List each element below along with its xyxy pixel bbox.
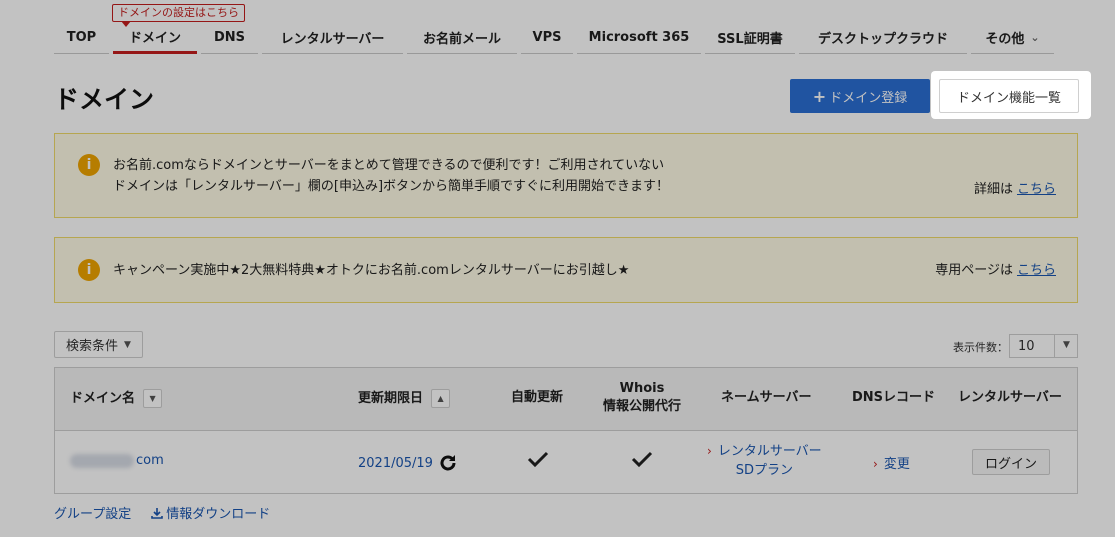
nav-desktop-cloud[interactable]: デスクトップクラウド bbox=[799, 22, 967, 54]
nameserver-cell[interactable]: › レンタルサーバー SDプラン bbox=[707, 442, 822, 480]
plus-icon: + bbox=[812, 86, 827, 106]
campaign-link[interactable]: こちら bbox=[1017, 263, 1056, 278]
notice-campaign: i キャンペーン実施中★2大無料特典★オトクにお名前.comレンタルサーバーにお… bbox=[54, 237, 1078, 303]
count-select[interactable]: 10 ▼ bbox=[1009, 334, 1078, 358]
nav-top[interactable]: TOP bbox=[54, 22, 109, 54]
page-title: ドメイン bbox=[54, 85, 155, 114]
login-button[interactable]: ログイン bbox=[972, 449, 1050, 475]
expiry-cell: 2021/05/19 bbox=[358, 453, 458, 473]
renew-icon[interactable] bbox=[438, 453, 458, 473]
col-expiry: 更新期限日 ▲ bbox=[358, 389, 451, 408]
nav-other[interactable]: その他 ⌄ bbox=[971, 22, 1054, 54]
chevron-right-icon: › bbox=[707, 444, 712, 458]
col-domain: ドメイン名 ▼ bbox=[70, 389, 163, 408]
notice-text: お名前.comならドメインとサーバーをまとめて管理できるので便利です！ご利用され… bbox=[113, 158, 670, 194]
domain-page: TOP ドメイン DNS レンタルサーバー お名前メール VPS Microso… bbox=[0, 0, 1115, 537]
download-icon bbox=[151, 507, 164, 519]
domain-settings-tooltip: ドメインの設定はこちら bbox=[112, 4, 245, 27]
nav-dns[interactable]: DNS bbox=[201, 22, 258, 54]
group-settings-link[interactable]: グループ設定 bbox=[54, 503, 131, 522]
notice-server-bundle: i お名前.comならドメインとサーバーをまとめて管理できるので便利です！ご利用… bbox=[54, 133, 1078, 218]
col-nameserver: ネームサーバー bbox=[721, 390, 812, 405]
caret-down-icon: ▼ bbox=[124, 339, 131, 350]
nav-rental-server[interactable]: レンタルサーバー bbox=[262, 22, 403, 54]
chevron-down-icon: ⌄ bbox=[1030, 31, 1040, 44]
campaign-text: キャンペーン実施中★2大無料特典★オトクにお名前.comレンタルサーバーにお引越… bbox=[113, 263, 630, 278]
domain-table: ドメイン名 ▼ 更新期限日 ▲ 自動更新 Whois 情報公開代行 ネームサーバー … bbox=[54, 367, 1078, 494]
check-icon bbox=[631, 451, 653, 468]
info-icon: i bbox=[78, 154, 100, 176]
top-nav: TOP ドメイン DNS レンタルサーバー お名前メール VPS Microso… bbox=[54, 22, 1078, 54]
sort-desc-icon[interactable]: ▼ bbox=[143, 389, 163, 408]
nav-mail[interactable]: お名前メール bbox=[407, 22, 517, 54]
col-dns: DNSレコード bbox=[852, 390, 936, 405]
notice-details: 詳細は こちら bbox=[973, 182, 1056, 197]
check-icon bbox=[527, 451, 549, 468]
nav-ssl[interactable]: SSL証明書 bbox=[705, 22, 795, 54]
dns-change-cell[interactable]: › 変更 bbox=[873, 453, 910, 472]
caret-down-icon: ▼ bbox=[1063, 340, 1070, 350]
sort-asc-icon[interactable]: ▲ bbox=[431, 389, 451, 408]
redacted-domain bbox=[70, 453, 134, 468]
domain-register-button[interactable]: + ドメイン登録 bbox=[790, 79, 930, 113]
count-label: 表示件数： bbox=[953, 341, 1008, 354]
campaign-page: 専用ページは こちら bbox=[935, 263, 1056, 278]
info-download-link[interactable]: 情報ダウンロード bbox=[151, 503, 270, 522]
col-auto-renew: 自動更新 bbox=[511, 390, 564, 405]
chevron-right-icon: › bbox=[873, 457, 878, 471]
domain-cell[interactable]: com bbox=[70, 453, 164, 468]
col-rental: レンタルサーバー bbox=[958, 390, 1062, 405]
info-icon: i bbox=[78, 259, 100, 281]
search-conditions-button[interactable]: 検索条件 ▼ bbox=[54, 331, 143, 358]
feature-list-highlight: ドメイン機能一覧 bbox=[931, 71, 1091, 119]
details-link[interactable]: こちら bbox=[1017, 182, 1056, 197]
col-whois: Whois 情報公開代行 bbox=[602, 381, 681, 414]
nav-microsoft365[interactable]: Microsoft 365 bbox=[577, 22, 701, 54]
domain-features-button[interactable]: ドメイン機能一覧 bbox=[939, 79, 1079, 113]
footer-links: グループ設定 情報ダウンロード bbox=[54, 503, 270, 522]
table-header: ドメイン名 ▼ 更新期限日 ▲ 自動更新 Whois 情報公開代行 ネームサーバー … bbox=[55, 368, 1077, 431]
nav-vps[interactable]: VPS bbox=[521, 22, 573, 54]
